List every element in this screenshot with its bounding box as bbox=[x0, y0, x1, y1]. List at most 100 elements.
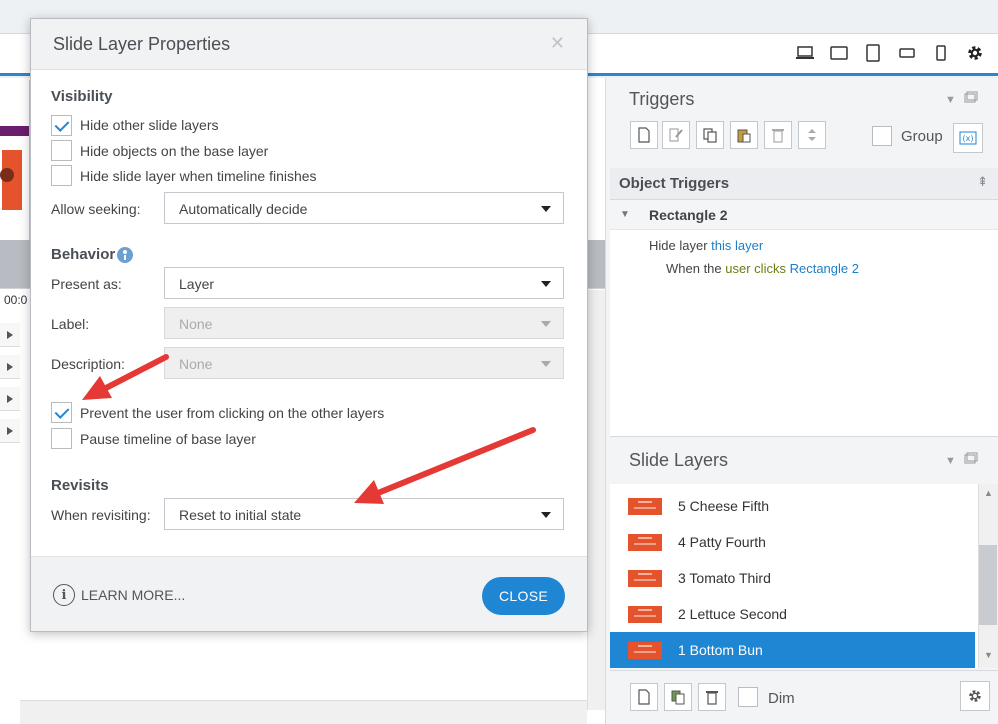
slide-thumbnail[interactable] bbox=[0, 80, 30, 240]
hide-other-layers-label: Hide other slide layers bbox=[80, 117, 219, 133]
new-layer-button[interactable] bbox=[630, 683, 658, 711]
allow-seeking-label: Allow seeking: bbox=[51, 201, 141, 217]
present-as-value: Layer bbox=[179, 276, 215, 292]
layer-name: 4 Patty Fourth bbox=[678, 534, 766, 550]
device-preview-icons bbox=[788, 42, 992, 64]
trigger-object-row[interactable]: ▼ Rectangle 2 bbox=[610, 200, 998, 230]
layer-item-selected[interactable]: 1 Bottom Bun bbox=[610, 632, 975, 668]
trigger-action-prefix: Hide layer bbox=[649, 238, 708, 253]
hide-other-layers-checkbox[interactable] bbox=[51, 115, 72, 136]
new-trigger-button[interactable] bbox=[630, 121, 658, 149]
triggers-panel-title: Triggers bbox=[629, 89, 695, 109]
close-button[interactable]: CLOSE bbox=[482, 577, 565, 615]
trigger-condition-prefix: When the bbox=[666, 261, 722, 276]
label-dropdown: None bbox=[164, 307, 564, 339]
edit-trigger-button[interactable] bbox=[662, 121, 690, 149]
collapse-all-icon[interactable]: ⇞ bbox=[977, 174, 988, 190]
info-icon: i bbox=[53, 584, 75, 606]
timeline-vertical-scrollbar[interactable] bbox=[587, 290, 605, 710]
hide-base-objects-checkbox[interactable] bbox=[51, 140, 72, 161]
label-value: None bbox=[179, 316, 213, 332]
layer-thumbnail bbox=[628, 569, 662, 587]
layer-name: 5 Cheese Fifth bbox=[678, 498, 770, 514]
copy-trigger-button[interactable] bbox=[696, 121, 724, 149]
tablet-portrait-icon[interactable] bbox=[856, 42, 890, 64]
group-checkbox[interactable] bbox=[872, 126, 892, 146]
pause-timeline-label: Pause timeline of base layer bbox=[80, 431, 256, 447]
gear-icon[interactable] bbox=[958, 42, 992, 64]
scrollbar-thumb[interactable] bbox=[979, 545, 997, 625]
when-revisiting-value: Reset to initial state bbox=[179, 507, 302, 523]
layer-item[interactable]: 3 Tomato Third bbox=[610, 560, 975, 596]
object-triggers-header: Object Triggers ⇞ bbox=[610, 168, 998, 200]
reorder-trigger-button[interactable] bbox=[798, 121, 826, 149]
allow-seeking-dropdown[interactable]: Automatically decide bbox=[164, 192, 564, 224]
duplicate-layer-button[interactable] bbox=[664, 683, 692, 711]
hide-when-finished-checkbox[interactable] bbox=[51, 165, 72, 186]
pause-timeline-checkbox[interactable] bbox=[51, 428, 72, 449]
layer-thumbnail bbox=[628, 533, 662, 551]
scroll-down-icon[interactable]: ▼ bbox=[984, 650, 993, 660]
trigger-condition-object-link[interactable]: Rectangle 2 bbox=[790, 261, 859, 276]
variables-button[interactable]: (x) bbox=[953, 123, 983, 153]
description-dropdown: None bbox=[164, 347, 564, 379]
slide-layers-toolbar: Dim bbox=[610, 670, 998, 724]
delete-layer-button[interactable] bbox=[698, 683, 726, 711]
layer-name: 1 Bottom Bun bbox=[678, 642, 763, 658]
slide-layers-collapse-icon[interactable]: ▼ bbox=[945, 455, 956, 467]
chevron-down-icon bbox=[541, 321, 551, 327]
group-label: Group bbox=[901, 128, 943, 145]
chevron-down-icon bbox=[541, 206, 551, 212]
behavior-heading: Behavior bbox=[51, 246, 116, 263]
trigger-object-name: Rectangle 2 bbox=[649, 207, 728, 223]
dialog-header: Slide Layer Properties ✕ bbox=[31, 19, 587, 70]
slide-layer-properties-dialog: Slide Layer Properties ✕ Visibility Hide… bbox=[30, 18, 588, 632]
layer-item[interactable]: 5 Cheese Fifth bbox=[610, 488, 975, 524]
chevron-down-icon bbox=[541, 281, 551, 287]
dialog-title: Slide Layer Properties bbox=[53, 34, 231, 54]
scroll-up-icon[interactable]: ▲ bbox=[984, 488, 993, 498]
learn-more-link[interactable]: i LEARN MORE... bbox=[53, 584, 185, 606]
timeline-row-expand[interactable] bbox=[0, 419, 20, 443]
tablet-landscape-icon[interactable] bbox=[822, 42, 856, 64]
timeline-horizontal-scrollbar[interactable] bbox=[20, 700, 587, 724]
trigger-action-target-link[interactable]: this layer bbox=[711, 238, 763, 253]
layer-name: 2 Lettuce Second bbox=[678, 606, 787, 622]
visibility-heading: Visibility bbox=[51, 88, 113, 105]
description-field-label: Description: bbox=[51, 356, 125, 372]
trigger-condition-actor-link[interactable]: user clicks bbox=[725, 261, 786, 276]
accessibility-info-icon[interactable] bbox=[117, 247, 133, 263]
label-field-label: Label: bbox=[51, 316, 90, 332]
trigger-condition-line[interactable]: When the user clicks Rectangle 2 bbox=[666, 261, 859, 276]
object-triggers-list: ▼ Rectangle 2 Hide layer this layer When… bbox=[610, 200, 998, 436]
paste-trigger-button[interactable] bbox=[730, 121, 758, 149]
triggers-popout-icon[interactable] bbox=[964, 91, 978, 106]
dim-checkbox[interactable] bbox=[738, 687, 758, 707]
desktop-icon[interactable] bbox=[788, 42, 822, 64]
trigger-action-line[interactable]: Hide layer this layer bbox=[649, 238, 763, 253]
timeline-row-expand[interactable] bbox=[0, 355, 20, 379]
hide-when-finished-label: Hide slide layer when timeline finishes bbox=[80, 168, 317, 184]
prevent-clicking-checkbox[interactable] bbox=[51, 402, 72, 423]
phone-portrait-icon[interactable] bbox=[924, 42, 958, 64]
layer-thumbnail bbox=[628, 605, 662, 623]
delete-trigger-button[interactable] bbox=[764, 121, 792, 149]
expand-arrow-icon[interactable]: ▼ bbox=[620, 209, 630, 220]
layer-item[interactable]: 4 Patty Fourth bbox=[610, 524, 975, 560]
timeline-row-expand[interactable] bbox=[0, 387, 20, 411]
phone-landscape-icon[interactable] bbox=[890, 42, 924, 64]
when-revisiting-dropdown[interactable]: Reset to initial state bbox=[164, 498, 564, 530]
layer-item[interactable]: 2 Lettuce Second bbox=[610, 596, 975, 632]
layer-name: 3 Tomato Third bbox=[678, 570, 771, 586]
close-icon[interactable]: ✕ bbox=[550, 33, 565, 54]
present-as-dropdown[interactable]: Layer bbox=[164, 267, 564, 299]
layer-settings-button[interactable] bbox=[960, 681, 990, 711]
description-value: None bbox=[179, 356, 213, 372]
slide-layers-header: Slide Layers ▼ bbox=[610, 436, 998, 484]
slide-layers-popout-icon[interactable] bbox=[964, 452, 978, 467]
layer-thumbnail bbox=[628, 641, 662, 659]
chevron-down-icon bbox=[541, 361, 551, 367]
timeline-row-expand[interactable] bbox=[0, 323, 20, 347]
hide-base-objects-label: Hide objects on the base layer bbox=[80, 143, 269, 159]
triggers-collapse-icon[interactable]: ▼ bbox=[945, 94, 956, 106]
